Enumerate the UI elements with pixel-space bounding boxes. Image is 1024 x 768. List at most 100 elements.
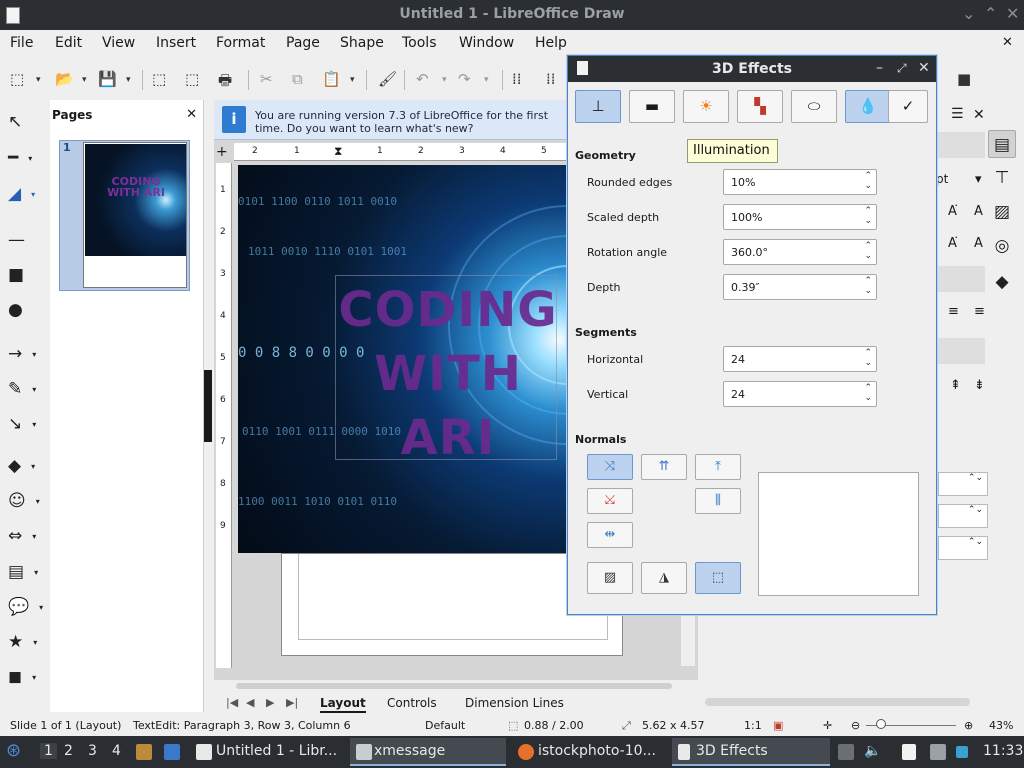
valign-center-icon[interactable]: ⇞ — [950, 378, 961, 393]
spin-icon[interactable]: ⌃ ⌄ — [864, 276, 872, 296]
valign-bottom-icon[interactable]: ⇟ — [974, 378, 985, 393]
save-icon[interactable]: 💾 — [98, 70, 117, 88]
basic-shapes-icon[interactable]: ◆ ▾ — [8, 456, 35, 476]
workspace-1[interactable]: 1 — [40, 743, 57, 759]
zoom-out-icon[interactable]: ⊖ — [851, 719, 860, 732]
panel-collapse-handle[interactable] — [204, 370, 212, 442]
open-dropdown-icon[interactable]: ▾ — [82, 75, 87, 85]
show-desktop-icon[interactable] — [164, 744, 180, 760]
callouts-icon[interactable]: 💬 ▾ — [8, 597, 43, 617]
rounded-edges-field[interactable]: 10% ⌃ ⌄ — [723, 169, 877, 195]
spin-icon[interactable]: ⌃ ⌄ — [864, 348, 872, 368]
align-right-icon[interactable]: ≡ — [974, 304, 985, 319]
menu-file[interactable]: File — [10, 35, 33, 51]
assign-tab-icon[interactable]: 💧 — [845, 90, 891, 123]
menu-page[interactable]: Page — [286, 35, 320, 51]
scrollbar-thumb[interactable] — [236, 683, 672, 689]
grow-font-icon[interactable]: A͘ — [948, 204, 957, 219]
sidebar-spin-2[interactable]: ⌃⌄ — [938, 504, 988, 528]
taskbar-item-draw[interactable]: Untitled 1 - Libr... — [192, 738, 344, 766]
paste-dropdown-icon[interactable]: ▾ — [350, 75, 355, 85]
close-document-icon[interactable]: ✕ — [1002, 35, 1013, 50]
helplines-icon[interactable]: ⁞⁞ — [546, 70, 556, 88]
flowchart-icon[interactable]: ▤ ▾ — [8, 562, 38, 582]
dialog-minimize-icon[interactable]: – — [876, 60, 883, 76]
art-text[interactable]: CODING WITH ARI — [338, 278, 558, 470]
shading-tab-icon[interactable]: ▬ — [629, 90, 675, 123]
sidebar-close-icon[interactable]: ✕ — [973, 107, 985, 123]
tab-controls[interactable]: Controls — [387, 696, 437, 710]
undo-dropdown-icon[interactable]: ▾ — [442, 75, 447, 85]
rectangle-icon[interactable]: ■ — [8, 265, 24, 285]
symbol-shapes-icon[interactable]: ☺ ▾ — [8, 491, 40, 511]
menu-insert[interactable]: Insert — [156, 35, 196, 51]
undo-icon[interactable]: ↶ — [416, 70, 429, 88]
stars-icon[interactable]: ★ ▾ — [8, 632, 37, 652]
dialog-close-icon[interactable]: ✕ — [918, 60, 930, 76]
tab-dimension-lines[interactable]: Dimension Lines — [465, 696, 564, 710]
geometry-tab-icon[interactable]: ⊥ — [575, 90, 621, 123]
align-left-icon[interactable]: ≡ — [948, 304, 959, 319]
menu-tools[interactable]: Tools — [402, 35, 437, 51]
scaled-depth-field[interactable]: 100% ⌃ ⌄ — [723, 204, 877, 230]
illumination-tab-icon[interactable]: ☀ — [683, 90, 729, 123]
workspace-2[interactable]: 2 — [64, 743, 73, 759]
document-modified-icon[interactable]: ▣ — [773, 719, 783, 732]
close-icon[interactable]: ✕ — [1006, 4, 1019, 23]
shadow-icon[interactable]: ■ — [957, 70, 971, 88]
horizontal-scrollbar[interactable] — [214, 680, 698, 692]
subscript-icon[interactable]: A — [974, 236, 983, 251]
ruler-origin-icon[interactable]: + — [216, 144, 228, 160]
page-thumbnail[interactable]: CODING WITH ARI — [83, 142, 187, 288]
3d-objects-icon[interactable]: ◼ ▾ — [8, 667, 36, 687]
unit-dropdown-icon[interactable]: ▾ — [975, 172, 982, 187]
redo-icon[interactable]: ↷ — [458, 70, 471, 88]
workspace-4[interactable]: 4 — [112, 743, 121, 759]
maximize-icon[interactable]: ⌃ — [984, 4, 997, 23]
export-pdf-icon[interactable]: ⬚ — [185, 70, 199, 88]
new-icon[interactable]: ⬚ — [10, 70, 24, 88]
perspective-icon[interactable]: ⬚ — [695, 562, 741, 594]
zoom-slider-thumb[interactable] — [876, 719, 886, 729]
menu-view[interactable]: View — [102, 35, 135, 51]
tab-layout[interactable]: Layout — [320, 696, 366, 713]
line-icon[interactable]: — — [8, 230, 25, 250]
taskbar-item-xmessage[interactable]: xmessage — [350, 738, 506, 766]
spin-icon[interactable]: ⌃ ⌄ — [864, 241, 872, 261]
apply-icon[interactable]: ✓ — [888, 90, 928, 123]
flat-normals-icon[interactable]: ⇈ — [641, 454, 687, 480]
convert-to-3d-icon[interactable]: ▨ — [587, 562, 633, 594]
last-tab-icon[interactable]: ▶| — [286, 696, 298, 709]
redo-dropdown-icon[interactable]: ▾ — [484, 75, 489, 85]
object-specific-normals-icon[interactable]: ⤨ — [587, 454, 633, 480]
fit-page-icon[interactable]: ✛ — [823, 719, 832, 732]
spin-icon[interactable]: ⌃ ⌄ — [864, 171, 872, 191]
menu-edit[interactable]: Edit — [55, 35, 82, 51]
menu-shape[interactable]: Shape — [340, 35, 384, 51]
dialog-title-bar[interactable]: 3D Effects – ⤢ ✕ — [568, 56, 936, 82]
dialog-restore-icon[interactable]: ⤢ — [897, 61, 907, 76]
zoom-percent[interactable]: 43% — [989, 719, 1013, 732]
gallery-deck-icon[interactable]: ▨ — [988, 198, 1016, 226]
vertical-segments-field[interactable]: 24 ⌃ ⌄ — [723, 381, 877, 407]
connector-icon[interactable]: ↘ ▾ — [8, 414, 36, 434]
textures-tab-icon[interactable]: ▚ — [737, 90, 783, 123]
print-icon[interactable]: 🖶 — [218, 70, 232, 95]
minimize-icon[interactable]: ⌄ — [962, 4, 975, 23]
volume-icon[interactable]: 🔈 — [864, 743, 881, 759]
taskbar-item-firefox[interactable]: istockphoto-10... — [514, 738, 664, 766]
double-sided-icon[interactable]: ⇹ — [587, 522, 633, 548]
display-icon[interactable] — [930, 744, 946, 760]
rotation-angle-field[interactable]: 360.0° ⌃ ⌄ — [723, 239, 877, 265]
clone-formatting-icon[interactable]: 🖌 — [378, 70, 397, 88]
copy-icon[interactable]: ⧉ — [292, 70, 303, 88]
material-tab-icon[interactable]: ⬭ — [791, 90, 837, 123]
close-pages-icon[interactable]: ✕ — [186, 107, 197, 122]
horizontal-segments-field[interactable]: 24 ⌃ ⌄ — [723, 346, 877, 372]
superscript-icon[interactable]: A͘ — [948, 236, 957, 251]
menu-help[interactable]: Help — [535, 35, 567, 51]
menu-format[interactable]: Format — [216, 35, 265, 51]
workspace-3[interactable]: 3 — [88, 743, 97, 759]
save-dropdown-icon[interactable]: ▾ — [126, 75, 131, 85]
menu-window[interactable]: Window — [459, 35, 514, 51]
